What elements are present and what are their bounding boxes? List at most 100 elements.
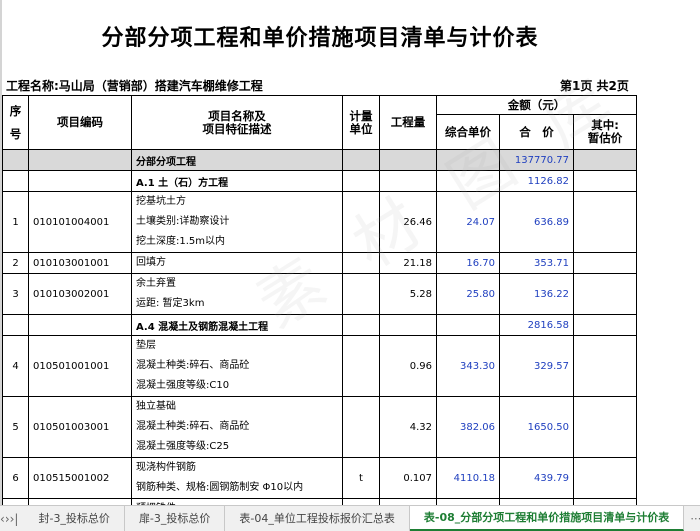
cell[interactable] <box>2 314 29 336</box>
item-code[interactable]: 010103001001 <box>28 252 132 274</box>
cell[interactable] <box>379 149 437 171</box>
item-unit-price[interactable]: 4110.18 <box>436 457 500 499</box>
item-description[interactable]: 独立基础 混凝土种类:碎石、商品砼 混凝土强度等级:C25 <box>131 396 343 458</box>
item-unit-price[interactable]: 25.80 <box>436 273 500 315</box>
bill-table: 序 号 项目编码 项目名称及 项目特征描述 计量 单位 工程量 金额（元） 综合… <box>2 95 638 505</box>
last-sheet-icon[interactable]: ›| <box>10 512 19 526</box>
spreadsheet-sheet[interactable]: 分部分项工程和单价措施项目清单与计价表 工程名称:马山局（营销部）搭建汽车棚维修… <box>0 0 700 505</box>
cell[interactable] <box>342 170 380 192</box>
item-unit[interactable] <box>342 335 380 397</box>
group-total[interactable]: 2816.58 <box>499 314 574 336</box>
header-unit-bottom: 单位 <box>349 121 373 136</box>
item-seq[interactable]: 2 <box>2 252 29 274</box>
item-seq[interactable]: 4 <box>2 335 29 397</box>
header-unit-price[interactable]: 综合单价 <box>436 114 500 150</box>
item-estimate[interactable] <box>572 396 638 458</box>
cell[interactable] <box>572 314 638 336</box>
item-description[interactable]: 回填方 <box>131 252 343 274</box>
item-qty[interactable]: 5.28 <box>379 273 437 315</box>
header-total[interactable]: 合 价 <box>499 114 574 150</box>
cell[interactable] <box>572 170 638 192</box>
cell[interactable] <box>572 149 638 171</box>
header-amount[interactable]: 金额（元） <box>435 95 638 115</box>
cell[interactable] <box>436 170 500 192</box>
cell[interactable] <box>2 170 29 192</box>
header-seq-top: 序 <box>9 103 22 118</box>
item-seq[interactable]: 3 <box>2 273 29 315</box>
cell[interactable] <box>436 314 500 336</box>
item-unit[interactable] <box>342 252 380 274</box>
header-row-1: 序 号 项目编码 项目名称及 项目特征描述 计量 单位 工程量 金额（元） <box>2 95 638 150</box>
item-qty[interactable]: 0.107 <box>379 457 437 499</box>
item-code[interactable]: 010515001002 <box>28 457 132 499</box>
cell[interactable] <box>28 314 132 336</box>
item-code[interactable]: 010501001001 <box>28 335 132 397</box>
item-code[interactable]: 010101004001 <box>28 191 132 253</box>
item-total[interactable]: 439.79 <box>499 457 574 499</box>
sheet-tabs: 封-3_投标总价 扉-3_投标总价 表-04_单位工程投标报价汇总表 表-08_分部分… <box>24 506 685 531</box>
item-estimate[interactable] <box>572 252 638 274</box>
sheet-tab[interactable]: 表-08_分部分项工程和单价措施项目清单与计价表 <box>409 506 685 531</box>
item-description[interactable]: 挖基坑土方 土壤类别:详勘察设计 挖土深度:1.5m以内 <box>131 191 343 253</box>
item-total[interactable]: 353.71 <box>499 252 574 274</box>
item-description[interactable]: 现浇构件钢筋 钢筋种类、规格:圆钢筋制安 Φ10以内 <box>131 457 343 499</box>
item-total[interactable]: 636.89 <box>499 191 574 253</box>
cell[interactable] <box>28 170 132 192</box>
header-seq[interactable]: 序 号 <box>2 95 29 150</box>
header-estimate[interactable]: 其中: 暂估价 <box>572 114 638 150</box>
description-line: 挖基坑土方 <box>136 196 186 207</box>
header-name[interactable]: 项目名称及 项目特征描述 <box>131 95 343 150</box>
item-seq[interactable]: 1 <box>2 191 29 253</box>
item-estimate[interactable] <box>572 191 638 253</box>
sheet-tab[interactable]: 封-3_投标总价 <box>24 506 125 531</box>
group-row: A.1 土（石）方工程 1126.82 <box>2 170 638 192</box>
sheet-tab[interactable]: 表-04_单位工程投标报价汇总表 <box>225 506 410 531</box>
header-code[interactable]: 项目编码 <box>28 95 132 150</box>
item-estimate[interactable] <box>572 335 638 397</box>
cell[interactable] <box>436 149 500 171</box>
cell[interactable] <box>342 314 380 336</box>
item-unit-price[interactable]: 24.07 <box>436 191 500 253</box>
item-qty[interactable]: 26.46 <box>379 191 437 253</box>
description-line: 挖土深度:1.5m以内 <box>136 236 226 247</box>
cell[interactable] <box>379 170 437 192</box>
item-unit[interactable] <box>342 396 380 458</box>
item-unit-price[interactable]: 343.30 <box>436 335 500 397</box>
item-total[interactable]: 1650.50 <box>499 396 574 458</box>
table-row: 5 010501003001 独立基础 混凝土种类:碎石、商品砼 混凝土强度等级:C25… <box>2 396 638 458</box>
item-qty[interactable]: 4.32 <box>379 396 437 458</box>
item-estimate[interactable] <box>572 273 638 315</box>
item-seq[interactable]: 5 <box>2 396 29 458</box>
cell[interactable] <box>379 314 437 336</box>
item-description[interactable]: 余土弃置 运距: 暂定3km <box>131 273 343 315</box>
item-seq[interactable]: 6 <box>2 457 29 499</box>
section-total[interactable]: 137770.77 <box>499 149 574 171</box>
item-code[interactable]: 010103002001 <box>28 273 132 315</box>
header-unit[interactable]: 计量 单位 <box>342 95 380 150</box>
item-unit-price[interactable]: 382.06 <box>436 396 500 458</box>
item-unit[interactable] <box>342 191 380 253</box>
item-total[interactable]: 136.22 <box>499 273 574 315</box>
group-total[interactable]: 1126.82 <box>499 170 574 192</box>
item-code[interactable]: 010501003001 <box>28 396 132 458</box>
cell[interactable] <box>28 149 132 171</box>
cell[interactable] <box>342 149 380 171</box>
page-number: 第1页 共2页 <box>560 79 629 93</box>
group-label[interactable]: A.1 土（石）方工程 <box>131 170 343 192</box>
description-line: 混凝土种类:碎石、商品砼 <box>136 360 250 371</box>
item-unit-price[interactable]: 16.70 <box>436 252 500 274</box>
item-unit[interactable] <box>342 273 380 315</box>
item-description[interactable]: 垫层 混凝土种类:碎石、商品砼 混凝土强度等级:C10 <box>131 335 343 397</box>
item-estimate[interactable] <box>572 457 638 499</box>
header-qty[interactable]: 工程量 <box>379 95 437 150</box>
cell[interactable] <box>2 149 29 171</box>
item-qty[interactable]: 21.18 <box>379 252 437 274</box>
item-unit[interactable]: t <box>342 457 380 499</box>
item-qty[interactable]: 0.96 <box>379 335 437 397</box>
section-label[interactable]: 分部分项工程 <box>131 149 343 171</box>
more-tabs-icon[interactable]: ⋯ <box>684 512 700 525</box>
sheet-tab[interactable]: 扉-3_投标总价 <box>125 506 226 531</box>
group-label[interactable]: A.4 混凝土及钢筋混凝土工程 <box>131 314 343 336</box>
description-line: 运距: 暂定3km <box>136 298 205 309</box>
item-total[interactable]: 329.57 <box>499 335 574 397</box>
